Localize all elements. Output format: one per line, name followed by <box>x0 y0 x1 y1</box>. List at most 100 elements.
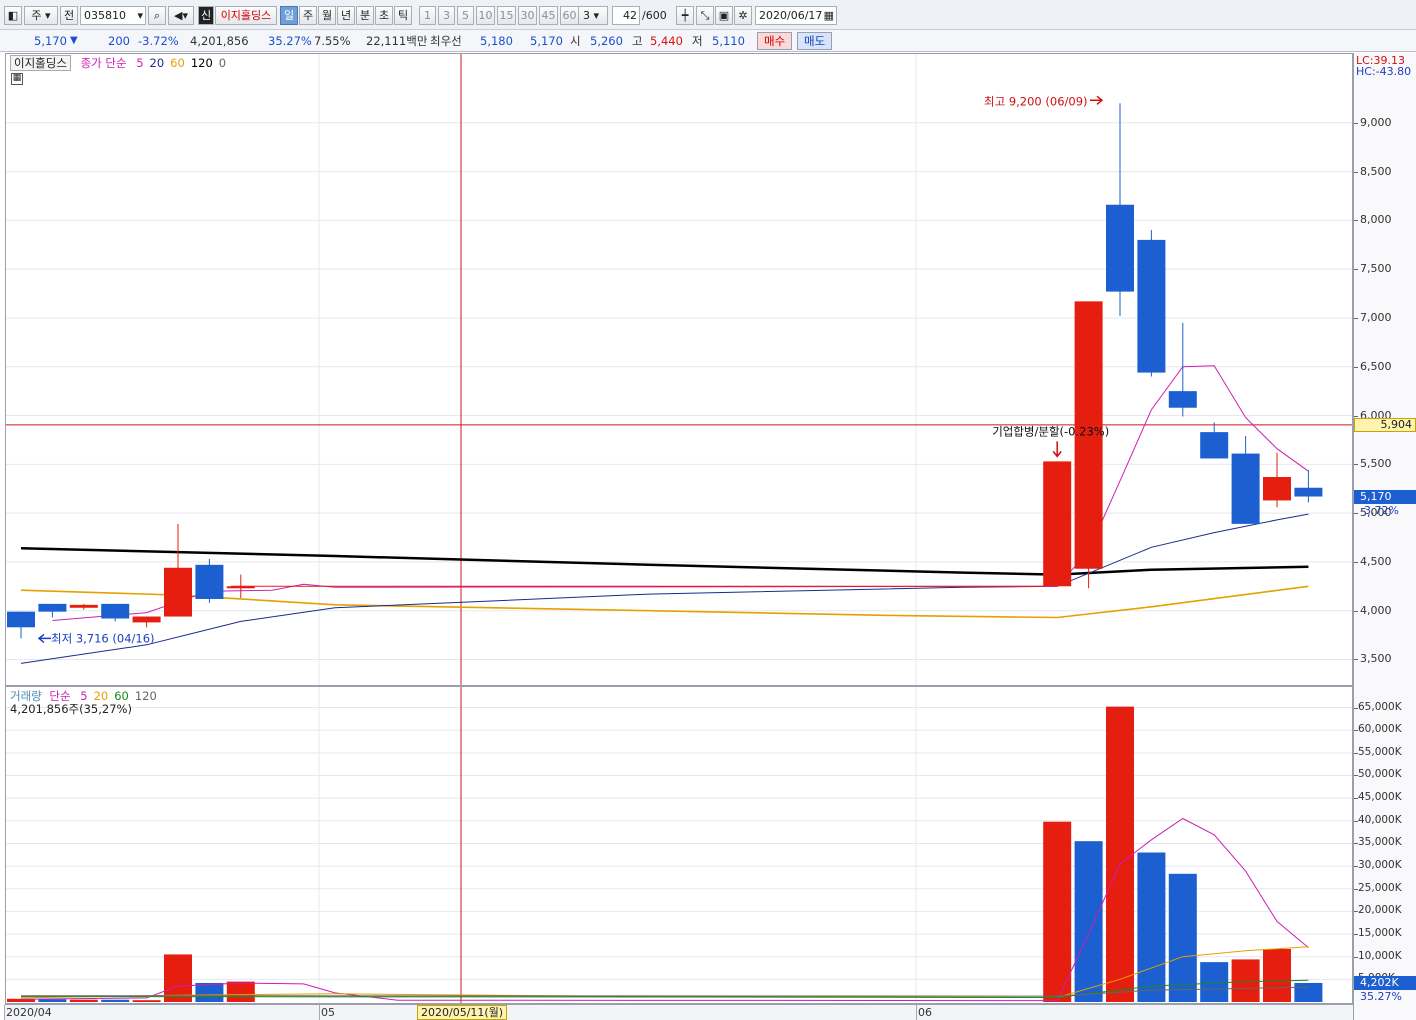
interval-button-60[interactable]: 60 <box>560 6 579 25</box>
candle-body-04/23 <box>164 567 192 617</box>
interval-button-3[interactable]: 3 <box>438 6 455 25</box>
legend-ma-60: 60 <box>170 56 185 70</box>
price-chart-svg[interactable]: 최고 9,200 (06/09) 최저 3,716 (04/16) 기업합병/분할(… <box>6 54 1352 685</box>
hc-label: HC:-43.80 <box>1356 65 1412 78</box>
stock-code-input[interactable]: 035810 ▾ <box>80 6 146 25</box>
grid-icon[interactable]: ▦ <box>11 73 23 85</box>
period-tab-1[interactable]: 주 <box>299 6 317 25</box>
annotation-high: 최고 9,200 (06/09) <box>984 94 1088 108</box>
prev-button[interactable]: 전 <box>60 6 78 25</box>
y-tick-5000 <box>1354 513 1358 515</box>
y-tick-3500 <box>1354 659 1358 661</box>
x-axis-tick-2 <box>916 1005 917 1020</box>
y-tick-8500 <box>1354 171 1358 173</box>
volume-bar-06/08 <box>1074 841 1103 1002</box>
turnover-rate: 7.55% <box>314 34 351 48</box>
arrow-left-icon <box>37 633 51 643</box>
volume-bar-04/22 <box>132 1000 161 1002</box>
legend-volume-ma-120: 120 <box>134 689 157 703</box>
price-chart-pane[interactable]: 최고 9,200 (06/09) 최저 3,716 (04/16) 기업합병/분할(… <box>5 53 1353 686</box>
tools-icon[interactable]: ⤡ <box>696 6 714 25</box>
calendar-icon[interactable]: ▦ <box>824 7 834 24</box>
y-tick-label-8000: 8,000 <box>1360 213 1392 227</box>
open-price: 5,260 <box>590 34 623 48</box>
open-label: 시 <box>570 34 581 48</box>
interval-select[interactable]: 3 ▾ <box>574 6 608 25</box>
y-tick-8000 <box>1354 220 1358 222</box>
market-label: 주 <box>31 9 42 22</box>
period-tab-0[interactable]: 일 <box>280 6 298 25</box>
search-icon[interactable]: ⌕ <box>148 6 166 25</box>
date-input[interactable]: 2020/06/17 ▦ <box>755 6 837 25</box>
candle-icon[interactable]: ┿ <box>676 6 694 25</box>
volume-y-tick-label-7: 40,000K <box>1358 813 1402 826</box>
candle-body-06/10 <box>1137 239 1166 373</box>
period-tab-4[interactable]: 분 <box>356 6 374 25</box>
current-price: 5,170 <box>34 34 67 48</box>
y-tick-4000 <box>1354 610 1358 612</box>
interval-button-10[interactable]: 10 <box>476 6 495 25</box>
last-volume-pct-label: 35.27% <box>1360 989 1402 1003</box>
save-icon[interactable]: ▣ <box>715 6 733 25</box>
interval-button-5[interactable]: 5 <box>457 6 474 25</box>
price-legend: 이지홀딩스 종가 단순 5 20 60 120 0 <box>10 55 226 71</box>
high-price: 5,440 <box>650 34 683 48</box>
y-tick-4500 <box>1354 561 1358 563</box>
interval-button-15[interactable]: 15 <box>497 6 516 25</box>
chevron-down-icon[interactable]: ▾ <box>137 7 143 24</box>
market-select[interactable]: 주 ▾ <box>24 6 58 25</box>
last-price-label: 5,170 <box>1354 489 1416 504</box>
volume-y-tick-label-2: 15,000K <box>1358 927 1402 940</box>
best-ask: 5,180 <box>480 34 513 48</box>
period-tab-5[interactable]: 초 <box>375 6 393 25</box>
x-axis-tick-1 <box>319 1005 320 1020</box>
sell-button[interactable]: 매도 <box>797 32 833 50</box>
x-axis-cursor-date: 2020/05/11(월) <box>417 1005 508 1020</box>
price-change-pct: -3.72% <box>138 34 179 48</box>
candle-body-06/05 <box>1043 461 1072 587</box>
y-tick-label-7500: 7,500 <box>1360 262 1392 276</box>
volume-y-tick-label-6: 35,000K <box>1358 836 1402 849</box>
interval-button-45[interactable]: 45 <box>539 6 558 25</box>
interval-button-30[interactable]: 30 <box>518 6 537 25</box>
legend-ma-label: 종가 단순 <box>80 56 127 70</box>
y-tick-label-6500: 6,500 <box>1360 359 1392 373</box>
volume-bar-06/11 <box>1168 873 1197 1002</box>
volume-chart-svg[interactable] <box>6 687 1352 1003</box>
quote-bar: 5,170 ▼ 200 -3.72% 4,201,856 35.27% 7.55… <box>0 30 1416 52</box>
volume-bar-04/20 <box>69 999 98 1002</box>
y-tick-5500 <box>1354 464 1358 466</box>
chart-type-icon[interactable]: ◧ <box>4 6 22 25</box>
interval-button-1[interactable]: 1 <box>419 6 436 25</box>
y-tick-6000 <box>1354 415 1358 417</box>
period-tab-3[interactable]: 년 <box>337 6 355 25</box>
volume-y-tick-label-8: 45,000K <box>1358 791 1402 804</box>
volume-y-tick-label-12: 65,000K <box>1358 700 1402 713</box>
buy-button[interactable]: 매수 <box>757 32 793 50</box>
speaker-icon[interactable]: ◀▾ <box>168 6 194 25</box>
low-price: 5,110 <box>712 34 745 48</box>
period-tab-2[interactable]: 월 <box>318 6 336 25</box>
count-max: /600 <box>642 9 667 22</box>
date-value: 2020/06/17 <box>759 9 823 22</box>
new-badge: 신 <box>198 6 214 25</box>
volume-y-tick-label-9: 50,000K <box>1358 768 1402 781</box>
legend-ma-20: 20 <box>149 56 165 70</box>
chart-toolbar: ◧ 주 ▾ 전 035810 ▾ ⌕ ◀▾ 신 이지홀딩스 3 ▾ 42 /600… <box>0 0 1416 30</box>
volume-chart-pane[interactable]: 거래량 단순 5 20 60 120 4,201,856주(35,27%) <box>5 686 1353 1004</box>
volume-bar-04/21 <box>101 999 130 1002</box>
candle-body-04/27 <box>226 586 255 589</box>
count-input[interactable]: 42 <box>612 6 640 25</box>
volume-bar-06/15 <box>1231 959 1260 1002</box>
y-axis: LC:39.13 HC:-43.80 3,500 4,000 4,500 5,000 5,5… <box>1353 53 1416 1020</box>
period-tab-6[interactable]: 틱 <box>394 6 412 25</box>
price-change: 200 <box>108 34 130 48</box>
volume-y-tick-label-5: 30,000K <box>1358 859 1402 872</box>
y-tick-7000 <box>1354 317 1358 319</box>
trade-amount: 22,111백만 <box>366 34 428 48</box>
x-axis-label-2: 06 <box>918 1006 932 1019</box>
stock-name: 이지홀딩스 <box>215 6 277 25</box>
x-axis: 2020/04050606/172020/05/11(월) <box>4 1004 1391 1020</box>
gear-icon[interactable]: ✲ <box>734 6 752 25</box>
y-tick-label-4000: 4,000 <box>1360 603 1392 617</box>
